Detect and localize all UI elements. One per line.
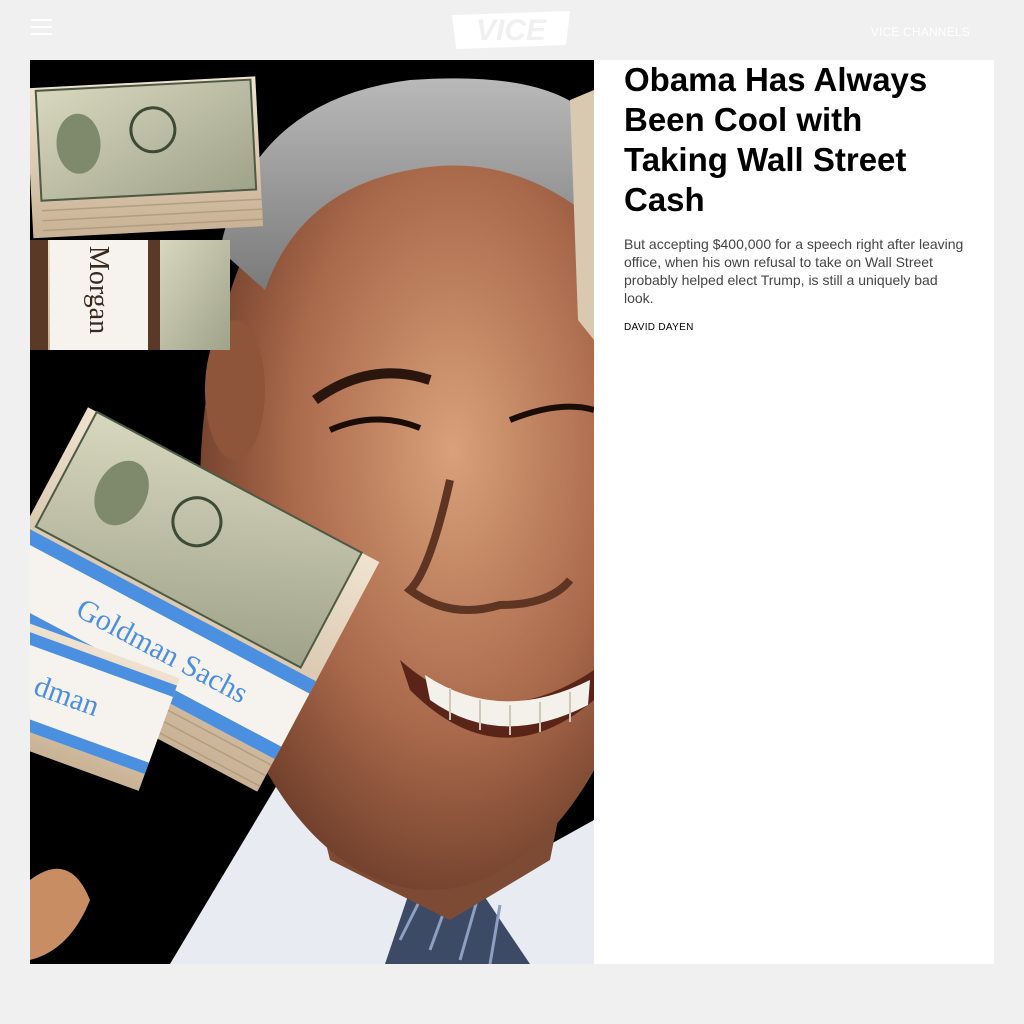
article-hero-image[interactable]: Morgan Goldman Sachs dman bbox=[30, 60, 594, 964]
top-navigation-bar: VICE VICE CHANNELS bbox=[0, 0, 1024, 60]
vice-logo[interactable]: VICE bbox=[449, 10, 573, 50]
hamburger-menu-icon[interactable] bbox=[31, 19, 52, 35]
illustration-obama-money: Morgan Goldman Sachs dman bbox=[30, 60, 594, 964]
article-headline[interactable]: Obama Has Always Been Cool with Taking W… bbox=[624, 60, 974, 220]
article-dek: But accepting $400,000 for a speech righ… bbox=[624, 236, 964, 306]
article-card: Morgan Goldman Sachs dman Obama Has Alwa… bbox=[30, 60, 994, 964]
svg-text:VICE: VICE bbox=[476, 14, 547, 47]
article-byline[interactable]: DAVID DAYEN bbox=[624, 322, 694, 333]
vice-channels-link[interactable]: VICE CHANNELS bbox=[871, 25, 970, 39]
svg-text:Morgan: Morgan bbox=[83, 246, 114, 334]
